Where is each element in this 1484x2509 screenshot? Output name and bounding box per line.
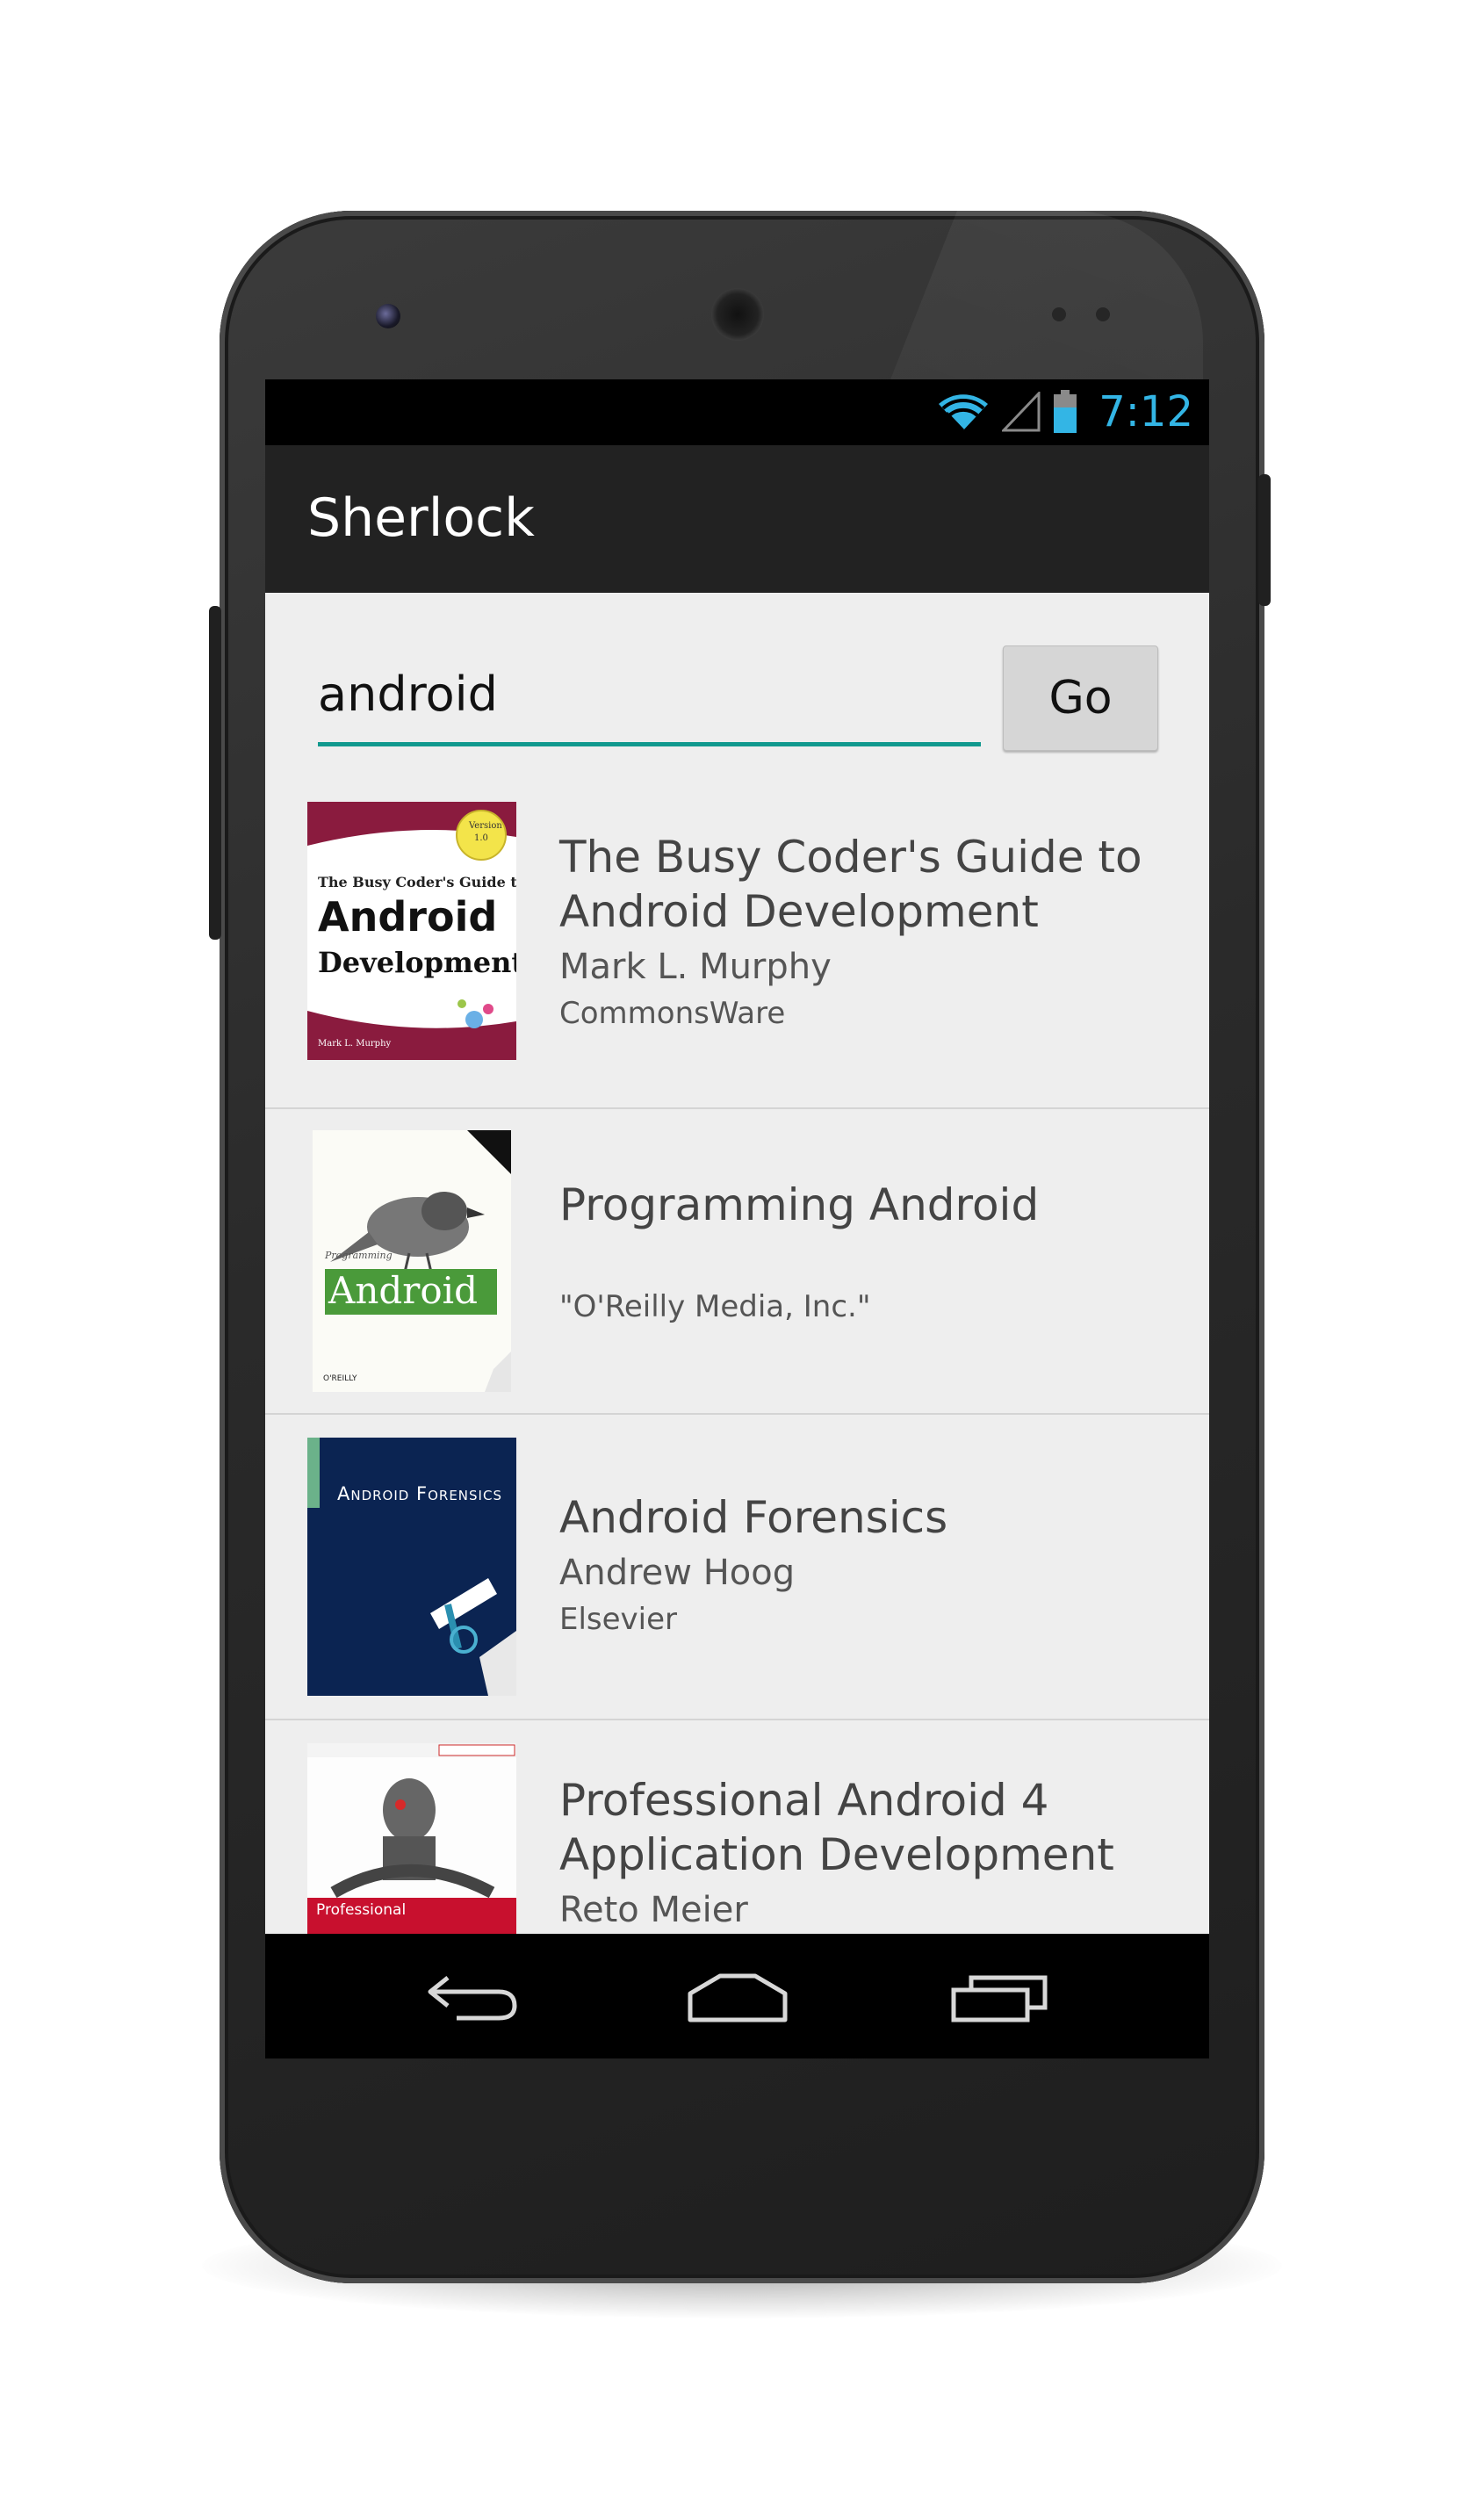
book-title: Programming Android xyxy=(559,1179,1040,1230)
book-cover-image: Professional xyxy=(307,1743,516,1934)
book-author: Andrew Hoog xyxy=(559,1553,796,1593)
cover-line-1: The Busy Coder's Guide to xyxy=(318,874,516,890)
cover-badge-bottom: 1.0 xyxy=(474,833,488,843)
list-item[interactable]: Version 1.0 The Busy Coder's Guide to An… xyxy=(265,802,1209,1109)
book-title: Professional Android 4 Application Devel… xyxy=(559,1775,1114,1880)
home-button[interactable] xyxy=(685,1965,790,2027)
book-publisher: Elsevier xyxy=(559,1602,678,1637)
search-input-underline xyxy=(318,742,981,746)
volume-button xyxy=(209,606,221,940)
cover-publisher-logo: O'REILLY xyxy=(323,1374,357,1383)
book-title: Android Forensics xyxy=(559,1492,948,1543)
cover-heading: Android Forensics xyxy=(337,1483,502,1504)
list-item[interactable]: Programming Android O'REILLY Programming… xyxy=(265,1109,1209,1415)
app-title: Sherlock xyxy=(307,487,535,549)
light-sensor-icon xyxy=(1096,307,1110,321)
wifi-icon xyxy=(939,394,989,432)
book-author: Reto Meier xyxy=(559,1890,748,1930)
status-clock: 7:12 xyxy=(1099,387,1193,436)
recents-button[interactable] xyxy=(948,1965,1054,2027)
go-button[interactable]: Go xyxy=(1003,645,1158,751)
search-input[interactable] xyxy=(318,645,981,742)
front-camera-icon xyxy=(376,304,400,328)
list-item[interactable]: Professional Professional Android 4 Appl… xyxy=(265,1720,1209,1934)
book-author xyxy=(559,1236,1174,1285)
home-icon xyxy=(688,1973,788,2022)
cover-badge-top: Version xyxy=(469,821,502,831)
book-text: Android Forensics Andrew Hoog Elsevier xyxy=(559,1490,1174,1641)
book-cover-image: Version 1.0 The Busy Coder's Guide to An… xyxy=(307,802,516,1060)
cover-line-3: Development xyxy=(318,946,516,979)
book-text: Programming Android "O'Reilly Media, Inc… xyxy=(559,1178,1174,1329)
book-publisher: "O'Reilly Media, Inc." xyxy=(559,1289,871,1324)
cover-footer: Mark L. Murphy xyxy=(318,1039,392,1049)
recents-icon xyxy=(951,1975,1048,2022)
book-title: The Busy Coder's Guide to Android Develo… xyxy=(559,832,1142,937)
book-publisher: CommonsWare xyxy=(559,996,786,1031)
book-text: Professional Android 4 Application Devel… xyxy=(559,1773,1174,1934)
power-button xyxy=(1258,474,1271,606)
book-list[interactable]: Version 1.0 The Busy Coder's Guide to An… xyxy=(265,802,1209,1934)
battery-icon xyxy=(1054,390,1077,433)
book-cover-image: Android Forensics xyxy=(307,1438,516,1696)
cover-big-title: Android xyxy=(328,1269,478,1312)
status-bar: 7:12 xyxy=(265,379,1209,445)
back-icon xyxy=(428,1976,517,2021)
earpiece-speaker-icon xyxy=(711,288,764,341)
proximity-sensor-icon xyxy=(1052,307,1066,321)
content-area: Go Version 1.0 The Busy Coder's Gui xyxy=(265,593,1209,1934)
status-icons: 7:12 xyxy=(937,385,1193,439)
back-button[interactable] xyxy=(421,1965,527,2027)
book-text: The Busy Coder's Guide to Android Develo… xyxy=(559,830,1174,1035)
cover-small-title: Programming xyxy=(325,1250,393,1261)
list-item[interactable]: Android Forensics Android Forensics Andr… xyxy=(265,1415,1209,1720)
book-author: Mark L. Murphy xyxy=(559,947,832,987)
device-screen: 7:12 Sherlock Go xyxy=(265,379,1209,2058)
navigation-bar xyxy=(265,1934,1209,2058)
cover-line-2: Android xyxy=(318,893,498,941)
action-bar: Sherlock xyxy=(265,445,1209,593)
cell-signal-icon xyxy=(1002,392,1041,432)
cover-small-title: Professional xyxy=(316,1901,407,1919)
search-row: Go xyxy=(265,593,1209,804)
book-cover-image: Programming Android O'REILLY xyxy=(313,1130,511,1392)
